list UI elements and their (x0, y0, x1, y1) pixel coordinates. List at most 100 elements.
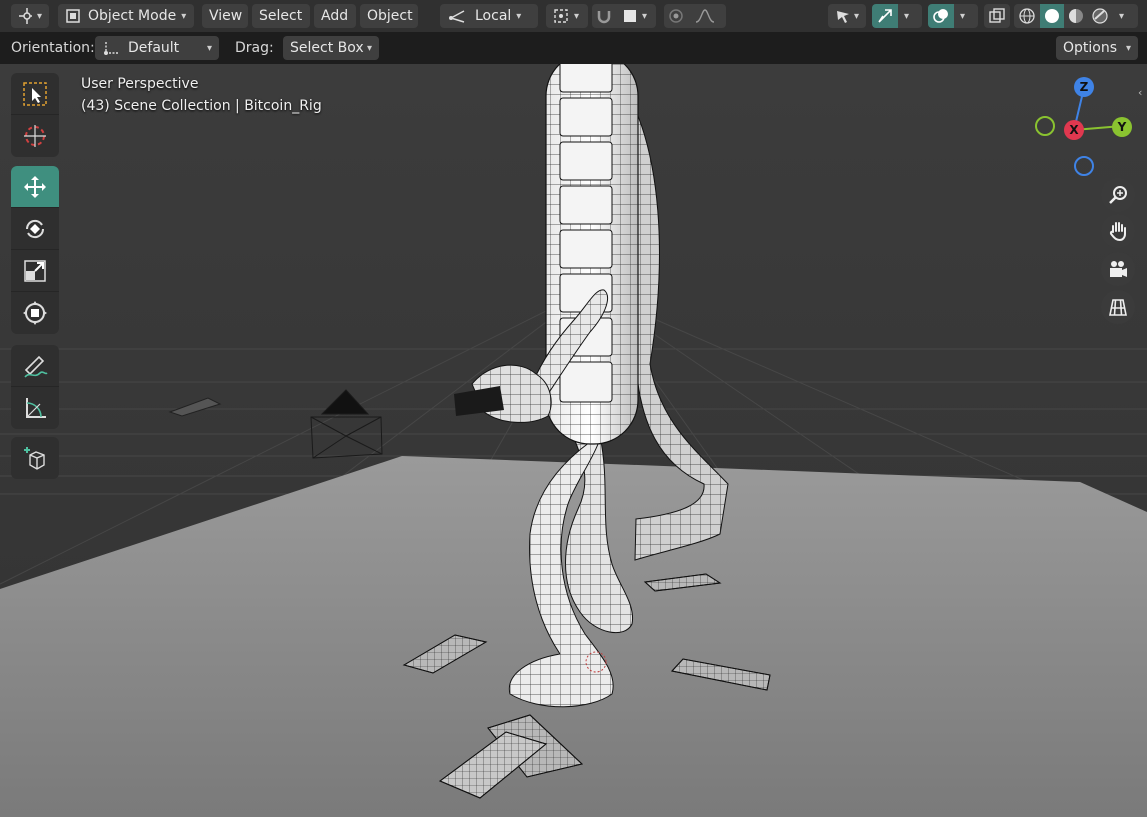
chevron-down-icon: ▾ (1119, 10, 1125, 22)
xray-toggle[interactable] (984, 4, 1010, 28)
selectability-icon (837, 11, 849, 23)
chevron-down-icon: ▾ (853, 10, 859, 22)
3d-viewport[interactable]: User Perspective (43) Scene Collection |… (0, 64, 1147, 817)
overlays-toggle[interactable] (928, 4, 954, 28)
cursor-tool[interactable] (11, 115, 59, 157)
shading-material[interactable] (1064, 4, 1088, 28)
measure-icon (26, 398, 46, 418)
chevron-down-icon: ▾ (206, 42, 212, 54)
menu-object[interactable]: Object (360, 4, 418, 28)
viewport-header: ▾ Object Mode ▾ View Select Add Object Lo… (0, 0, 1147, 32)
toolbar-group-add (11, 437, 59, 479)
chevron-down-icon: ▾ (516, 10, 522, 22)
mode-dropdown[interactable]: Object Mode ▾ (58, 4, 194, 28)
3d-viewport-icon (19, 8, 32, 24)
gizmo-z-axis[interactable]: Z (1074, 77, 1094, 97)
transform-icon (23, 301, 47, 325)
toolbar-group-transform (11, 166, 59, 334)
chevron-down-icon: ▾ (36, 10, 42, 22)
mode-label: Object Mode (88, 8, 177, 24)
options-label: Options (1063, 40, 1118, 56)
falloff-dropdown[interactable] (688, 4, 726, 28)
navigation-gizmo[interactable]: Z Y X (1030, 74, 1140, 184)
pan-hand-icon (1109, 222, 1126, 242)
wireframe-sphere-icon (1019, 8, 1035, 24)
pan-button[interactable] (1101, 214, 1135, 248)
visibility-dropdown[interactable]: ▾ (828, 4, 866, 28)
overlays-dropdown[interactable]: ▾ (954, 4, 978, 28)
select-box-tool[interactable] (11, 73, 59, 115)
move-tool[interactable] (11, 166, 59, 208)
orientation-field-label: Orientation: (11, 40, 95, 56)
snap-square-icon (624, 10, 636, 22)
ortho-toggle-button[interactable] (1101, 290, 1135, 324)
drag-dropdown[interactable]: Select Box ▾ (283, 36, 379, 60)
gizmo-toggle[interactable] (872, 4, 898, 28)
axis-icon (104, 42, 118, 55)
measure-tool[interactable] (11, 387, 59, 429)
material-sphere-icon (1069, 9, 1083, 23)
chevron-down-icon: ▾ (642, 10, 648, 22)
snap-target-dropdown[interactable]: ▾ (616, 4, 656, 28)
pivot-icon (554, 9, 568, 23)
gizmo-x-axis[interactable]: X (1064, 120, 1084, 140)
drag-field-label: Drag: (235, 40, 274, 56)
falloff-curve-icon (695, 9, 715, 23)
add-cube-tool[interactable] (11, 437, 59, 479)
camera-view-button[interactable] (1101, 252, 1135, 286)
sidebar-toggle-icon[interactable]: ‹ (1138, 86, 1142, 99)
orientation-dropdown[interactable]: Default ▾ (95, 36, 219, 60)
menu-add[interactable]: Add (314, 4, 356, 28)
orientation-value: Default (128, 40, 180, 56)
editor-type-button[interactable]: ▾ (11, 4, 49, 28)
options-dropdown[interactable]: Options ▾ (1056, 36, 1138, 60)
transform-orientation-dropdown[interactable]: Local ▾ (440, 4, 538, 28)
transform-tool[interactable] (11, 292, 59, 334)
shading-rendered[interactable] (1088, 4, 1112, 28)
gizmo-neg-y-axis[interactable] (1035, 116, 1055, 136)
shading-dropdown[interactable]: ▾ (1112, 4, 1138, 28)
drag-value: Select Box (290, 40, 364, 56)
cursor-icon (24, 125, 46, 147)
menu-select[interactable]: Select (252, 4, 310, 28)
gizmo-neg-z-axis[interactable] (1074, 156, 1094, 176)
scale-icon (24, 259, 46, 282)
proportional-edit-toggle[interactable] (664, 4, 688, 28)
overlays-icon (933, 9, 948, 23)
shading-wireframe[interactable] (1014, 4, 1040, 28)
chevron-down-icon: ▾ (574, 10, 580, 22)
chevron-down-icon: ▾ (366, 42, 372, 54)
chevron-down-icon: ▾ (904, 10, 910, 22)
gizmo-dropdown[interactable]: ▾ (898, 4, 922, 28)
orientation-label: Local (475, 8, 512, 24)
annotate-icon (24, 355, 48, 378)
collection-info: (43) Scene Collection | Bitcoin_Rig (81, 98, 322, 114)
snap-toggle[interactable] (592, 4, 616, 28)
view-name: User Perspective (81, 76, 199, 92)
rotate-tool[interactable] (11, 208, 59, 250)
annotate-tool[interactable] (11, 345, 59, 387)
select-box-icon (23, 81, 47, 106)
move-icon (24, 175, 46, 198)
zoom-icon (1109, 186, 1127, 204)
zoom-button[interactable] (1101, 178, 1135, 212)
camera-icon (1110, 261, 1127, 277)
blender-window: User Perspective (43) Scene Collection |… (0, 0, 1147, 817)
rendered-sphere-icon (1092, 8, 1108, 24)
toolbar-group-annotate (11, 345, 59, 429)
chevron-down-icon: ▾ (181, 10, 187, 22)
shading-solid[interactable] (1040, 4, 1064, 28)
pivot-point-dropdown[interactable]: ▾ (546, 4, 588, 28)
magnet-icon (597, 11, 611, 24)
gizmo-y-axis[interactable]: Y (1112, 117, 1132, 137)
menu-view[interactable]: View (202, 4, 248, 28)
toolbar-group-select (11, 73, 59, 157)
add-cube-icon (24, 447, 45, 470)
scale-tool[interactable] (11, 250, 59, 292)
object-mode-icon (66, 9, 80, 23)
rotate-icon (25, 219, 45, 238)
grid-view-icon (1109, 299, 1127, 316)
coin-mesh (545, 64, 639, 445)
solid-sphere-icon (1045, 9, 1059, 23)
chevron-down-icon: ▾ (1125, 42, 1131, 54)
